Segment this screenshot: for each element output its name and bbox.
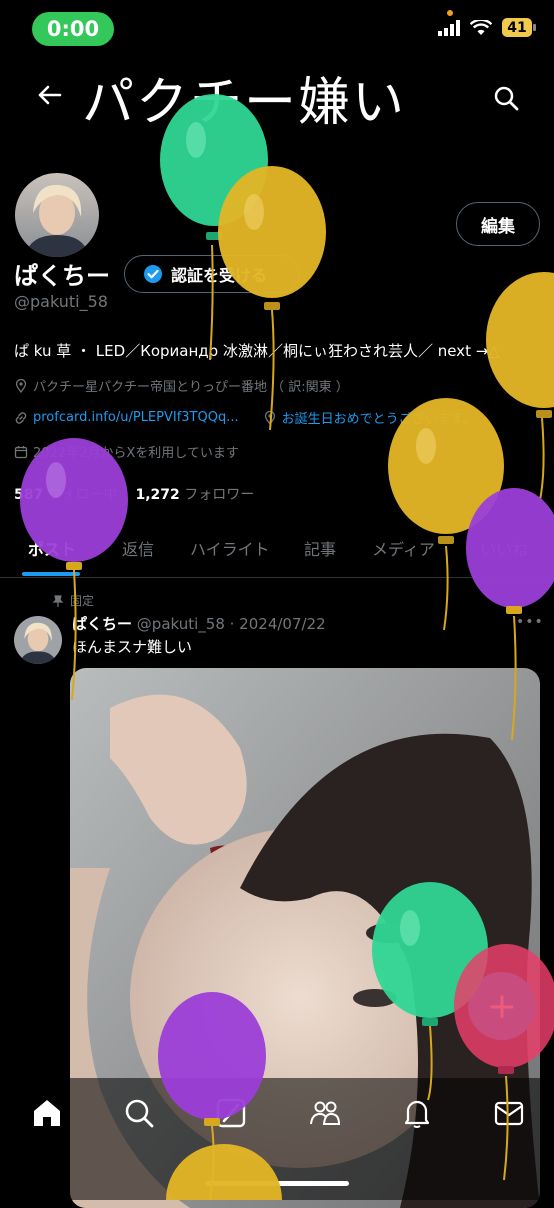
joined-text: 2022年2月からXを利用しています [33, 446, 239, 461]
website-link[interactable]: profcard.info/u/PLEPVIf3TQQq... [33, 410, 239, 425]
battery-level: 41 [507, 19, 527, 36]
get-verified-button[interactable]: 認証を受ける [124, 255, 300, 293]
post-text: ほんまスナ難しい [72, 638, 193, 656]
home-indicator [205, 1181, 349, 1186]
followers-label: フォロワー [184, 487, 255, 503]
links-row: profcard.info/u/PLEPVIf3TQQq... お誕生日おめでと… [14, 408, 475, 427]
battery-icon: 41 [502, 18, 536, 37]
profile-tabs: ポスト 返信 ハイライト 記事 メディア いいね [0, 530, 554, 574]
tab-highlights[interactable]: ハイライト [190, 536, 270, 560]
link-icon [15, 411, 27, 424]
followers-count: 1,272 [135, 487, 180, 503]
wifi-icon [470, 19, 492, 35]
status-time: 0:00 [32, 12, 114, 46]
post-author-name[interactable]: ぱくちー [72, 615, 132, 633]
location-text: パクチー星パクチー帝国とりっぴー番地 （ 訳:関東 ） [33, 380, 349, 395]
tab-articles[interactable]: 記事 [304, 536, 336, 560]
tabs-divider [0, 577, 554, 578]
follow-counts: 587 フォロー中 1,272 フォロワー [14, 484, 254, 504]
followers-link[interactable]: 1,272 フォロワー [136, 487, 255, 503]
tab-replies[interactable]: 返信 [122, 536, 154, 560]
display-name: ぱくちー [14, 262, 110, 290]
location-icon [15, 378, 27, 393]
time-text: 0:00 [46, 17, 100, 41]
edit-profile-button[interactable]: 編集 [456, 202, 540, 246]
compose-post-button[interactable]: + [468, 972, 536, 1040]
tab-posts[interactable]: ポスト [28, 536, 76, 560]
header-title: パクチー嫌い [82, 73, 407, 133]
grok-icon[interactable] [214, 1096, 248, 1130]
calendar-icon [14, 445, 28, 458]
following-link[interactable]: 587 フォロー中 [14, 487, 118, 503]
back-arrow-icon[interactable] [34, 80, 64, 110]
profile-handle: @pakuti_58 [14, 292, 108, 311]
messages-icon[interactable] [492, 1096, 526, 1130]
get-verified-label: 認証を受ける [171, 266, 268, 285]
pinned-label: 固定 [70, 594, 95, 608]
tab-media[interactable]: メディア [372, 536, 435, 560]
profile-avatar[interactable] [12, 170, 102, 260]
notifications-icon[interactable] [400, 1096, 434, 1130]
profile-bio: ぱ ku 草 ・ LED／Кориандр 冰激淋／桐にぃ狂わされ芸人／ nex… [14, 342, 500, 360]
post-more-icon[interactable]: ••• [516, 614, 544, 630]
verified-badge-icon [144, 265, 162, 283]
communities-icon[interactable] [308, 1096, 342, 1130]
pinned-indicator: 固定 [52, 592, 94, 609]
search-icon[interactable] [492, 84, 520, 112]
post-handle-date: @pakuti_58 · 2024/07/22 [136, 615, 326, 633]
post-avatar[interactable] [14, 616, 62, 664]
balloon-yellow-mid [388, 398, 504, 631]
active-tab-indicator [22, 572, 80, 576]
signal-icon [438, 19, 460, 36]
status-icons: 41 [438, 18, 536, 37]
pin-icon [52, 594, 64, 607]
following-label: フォロー中 [47, 487, 118, 503]
home-icon[interactable] [30, 1096, 64, 1130]
following-count: 587 [14, 487, 44, 503]
birthday-location-icon [264, 410, 275, 425]
privacy-indicator [447, 10, 453, 16]
post-header: ぱくちー @pakuti_58 · 2024/07/22 [72, 613, 326, 634]
tab-likes[interactable]: いいね [480, 536, 528, 560]
search-icon[interactable] [122, 1096, 156, 1130]
location-row: パクチー星パクチー帝国とりっぴー番地 （ 訳:関東 ） [14, 376, 349, 395]
birthday-link[interactable]: お誕生日おめでとうございます。 [282, 408, 476, 427]
joined-row: 2022年2月からXを利用しています [14, 442, 239, 461]
balloon-yellow-right [486, 272, 554, 501]
